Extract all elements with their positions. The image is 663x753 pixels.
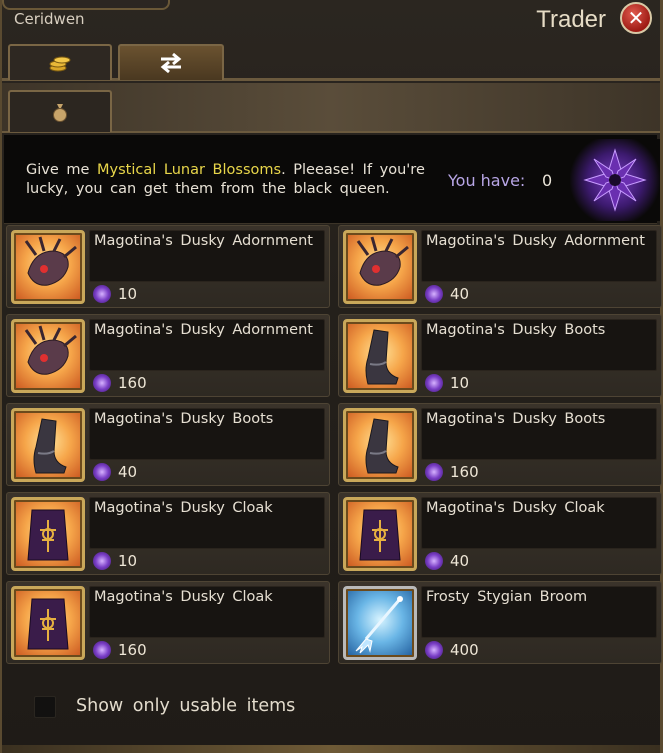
lunar-blossom-icon bbox=[93, 641, 111, 659]
stygian-broom-icon[interactable] bbox=[343, 586, 417, 660]
lunar-blossom-icon bbox=[93, 463, 111, 481]
item-cost: 160 bbox=[450, 463, 479, 481]
dusky-cloak-icon[interactable] bbox=[343, 497, 417, 571]
item-name-box: Magotina's Dusky Boots bbox=[421, 408, 657, 460]
item-card[interactable]: Magotina's Dusky Cloak 10 bbox=[6, 492, 330, 575]
you-have-value: 0 bbox=[542, 171, 553, 190]
subtab-money-bag[interactable] bbox=[8, 90, 112, 132]
gold-coins-icon bbox=[49, 56, 71, 72]
lunar-blossom-icon bbox=[93, 374, 111, 392]
usable-items-label: Show only usable items bbox=[76, 696, 296, 716]
lunar-blossom-icon bbox=[425, 552, 443, 570]
item-card[interactable]: Magotina's Dusky Boots 10 bbox=[338, 314, 662, 397]
dusky-boots-icon[interactable] bbox=[11, 408, 85, 482]
location-label: Ceridwen bbox=[14, 10, 85, 28]
lunar-blossom-icon bbox=[570, 139, 660, 221]
item-name-box: Magotina's Dusky Adornment bbox=[89, 230, 325, 282]
lunar-blossom-icon bbox=[93, 285, 111, 303]
item-name: Magotina's Dusky Boots bbox=[94, 411, 274, 427]
tab-trade[interactable] bbox=[118, 44, 224, 80]
item-card[interactable]: Magotina's Dusky Adornment 160 bbox=[6, 314, 330, 397]
you-have-label: You have: bbox=[448, 171, 526, 190]
item-cost: 40 bbox=[450, 285, 470, 303]
dusky-boots-icon[interactable] bbox=[343, 408, 417, 482]
lunar-blossom-icon bbox=[425, 374, 443, 392]
close-button[interactable]: ✕ bbox=[620, 2, 652, 34]
item-cost: 10 bbox=[118, 552, 138, 570]
item-name: Magotina's Dusky Boots bbox=[426, 322, 606, 338]
item-name: Frosty Stygian Broom bbox=[426, 589, 588, 605]
bottom-trim bbox=[2, 745, 660, 753]
money-bag-icon bbox=[53, 104, 67, 122]
item-cost: 10 bbox=[118, 285, 138, 303]
item-name-box: Magotina's Dusky Boots bbox=[89, 408, 325, 460]
item-card[interactable]: Magotina's Dusky Boots 160 bbox=[338, 403, 662, 486]
item-name-box: Magotina's Dusky Cloak bbox=[89, 586, 325, 638]
item-name-box: Frosty Stygian Broom bbox=[421, 586, 657, 638]
quest-text-before: Give me bbox=[26, 162, 98, 178]
usable-items-checkbox[interactable] bbox=[34, 696, 56, 718]
dusky-adornment-icon[interactable] bbox=[343, 230, 417, 304]
lunar-blossom-icon bbox=[425, 285, 443, 303]
item-name: Magotina's Dusky Cloak bbox=[426, 500, 605, 516]
item-name: Magotina's Dusky Boots bbox=[426, 411, 606, 427]
item-name: Magotina's Dusky Adornment bbox=[426, 233, 645, 249]
top-tab bbox=[2, 0, 170, 10]
lunar-blossom-icon bbox=[425, 463, 443, 481]
quest-text: Give me Mystical Lunar Blossoms. Pleease… bbox=[26, 161, 426, 199]
item-name: Magotina's Dusky Cloak bbox=[94, 500, 273, 516]
item-name: Magotina's Dusky Adornment bbox=[94, 322, 313, 338]
window-title: Trader bbox=[536, 6, 606, 33]
tab-gold[interactable] bbox=[8, 44, 112, 80]
quest-banner: Give me Mystical Lunar Blossoms. Pleease… bbox=[4, 135, 660, 224]
dusky-adornment-icon[interactable] bbox=[11, 230, 85, 304]
item-cost: 400 bbox=[450, 641, 479, 659]
item-card[interactable]: Magotina's Dusky Cloak 40 bbox=[338, 492, 662, 575]
lunar-blossom-icon bbox=[93, 552, 111, 570]
trader-window: Ceridwen Trader ✕ Give me Mystical Lunar… bbox=[0, 0, 663, 753]
quest-currency-name: Mystical Lunar Blossoms bbox=[97, 162, 282, 178]
item-cost: 40 bbox=[118, 463, 138, 481]
item-name: Magotina's Dusky Cloak bbox=[94, 589, 273, 605]
item-card[interactable]: Magotina's Dusky Adornment 40 bbox=[338, 225, 662, 308]
item-name: Magotina's Dusky Adornment bbox=[94, 233, 313, 249]
item-cost: 10 bbox=[450, 374, 470, 392]
close-icon: ✕ bbox=[627, 6, 645, 30]
item-card[interactable]: Magotina's Dusky Boots 40 bbox=[6, 403, 330, 486]
dusky-cloak-icon[interactable] bbox=[11, 497, 85, 571]
item-cost: 40 bbox=[450, 552, 470, 570]
dusky-adornment-icon[interactable] bbox=[11, 319, 85, 393]
item-name-box: Magotina's Dusky Adornment bbox=[89, 319, 325, 371]
lunar-blossom-icon bbox=[425, 641, 443, 659]
item-name-box: Magotina's Dusky Adornment bbox=[421, 230, 657, 282]
item-name-box: Magotina's Dusky Cloak bbox=[89, 497, 325, 549]
swap-arrows-icon bbox=[160, 52, 182, 74]
item-cost: 160 bbox=[118, 641, 147, 659]
item-card[interactable]: Magotina's Dusky Adornment 10 bbox=[6, 225, 330, 308]
item-card[interactable]: Magotina's Dusky Cloak 160 bbox=[6, 581, 330, 664]
dusky-cloak-icon[interactable] bbox=[11, 586, 85, 660]
dusky-boots-icon[interactable] bbox=[343, 319, 417, 393]
item-card[interactable]: Frosty Stygian Broom 400 bbox=[338, 581, 662, 664]
item-cost: 160 bbox=[118, 374, 147, 392]
item-name-box: Magotina's Dusky Boots bbox=[421, 319, 657, 371]
item-name-box: Magotina's Dusky Cloak bbox=[421, 497, 657, 549]
